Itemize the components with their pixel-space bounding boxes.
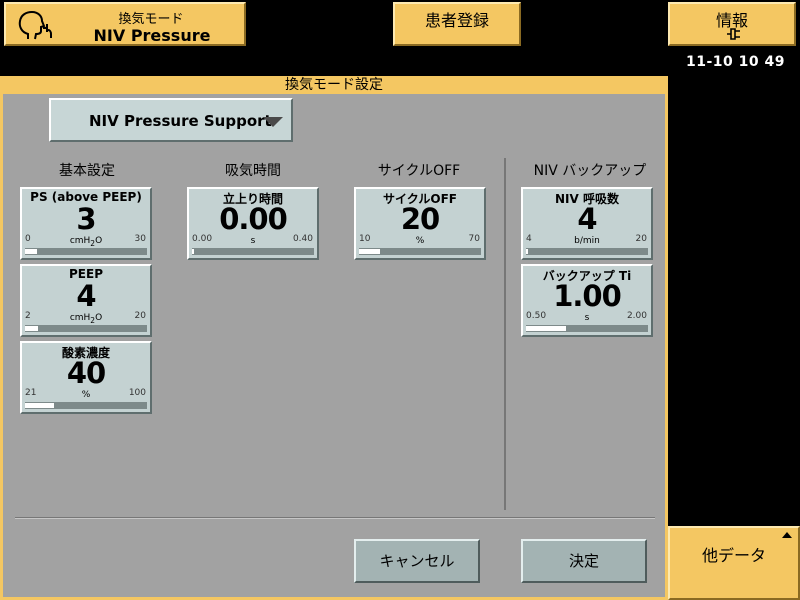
ventilation-mode-button[interactable]: 換気モード NIV Pressure Support xyxy=(4,2,246,64)
footer-divider xyxy=(15,517,655,519)
param-unit: % xyxy=(415,236,425,246)
param-max: 30 xyxy=(134,234,146,244)
param-level-fill xyxy=(359,249,380,254)
oxygen-concentration-setting[interactable]: 酸素濃度 40 21 % 100 xyxy=(20,341,152,414)
param-level-fill xyxy=(25,403,55,408)
param-level-fill xyxy=(526,326,567,331)
date-time-display: 11-10 10 49 xyxy=(686,54,785,70)
current-mode-name: NIV Pressure Support xyxy=(93,26,211,64)
param-unit: cmH2O xyxy=(69,313,103,325)
param-level-fill xyxy=(25,326,39,331)
param-max: 20 xyxy=(635,234,647,244)
param-level-bar xyxy=(192,248,314,255)
rise-time-setting[interactable]: 立上り時間 0.00 0.00 s 0.40 xyxy=(187,187,319,260)
patient-mask-icon xyxy=(18,10,52,40)
param-unit: b/min xyxy=(574,236,600,246)
param-max: 100 xyxy=(128,388,146,398)
scroll-up-arrow-icon xyxy=(782,532,792,538)
param-max: 70 xyxy=(468,234,480,244)
cycle-off-setting[interactable]: サイクルOFF 20 10 % 70 xyxy=(354,187,486,260)
patient-registration-button[interactable]: 患者登録 xyxy=(393,2,521,46)
param-value: 20 xyxy=(400,202,440,236)
confirm-button[interactable]: 決定 xyxy=(521,539,647,583)
param-value: 3 xyxy=(76,202,96,236)
param-level-bar xyxy=(25,248,147,255)
param-value: 4 xyxy=(76,279,96,313)
param-level-bar xyxy=(359,248,481,255)
param-level-fill xyxy=(192,249,195,254)
param-unit: cmH2O xyxy=(69,236,103,248)
column-header-basic: 基本設定 xyxy=(59,163,115,179)
param-max: 0.40 xyxy=(292,234,313,244)
niv-respiratory-rate-setting[interactable]: NIV 呼吸数 4 4 b/min 20 xyxy=(521,187,653,260)
mode-select-dropdown[interactable]: NIV Pressure Support xyxy=(49,98,293,142)
mode-select-value: NIV Pressure Support xyxy=(89,112,272,130)
patient-registration-label: 患者登録 xyxy=(424,11,489,30)
column-divider xyxy=(504,158,506,510)
param-value: 40 xyxy=(66,356,106,390)
param-level-fill xyxy=(526,249,529,254)
other-data-label: 他データ xyxy=(701,546,766,565)
mains-plug-icon xyxy=(727,28,740,40)
ventilation-mode-settings-dialog: 換気モード設定 NIV Pressure Support 基本設定 吸気時間 サ… xyxy=(0,76,668,600)
mode-button-caption: 換気モード xyxy=(118,12,184,27)
peep-setting[interactable]: PEEP 4 2 cmH2O 20 xyxy=(20,264,152,337)
dialog-title: 換気モード設定 xyxy=(3,76,665,94)
param-level-bar xyxy=(25,402,147,409)
other-data-button[interactable]: 他データ xyxy=(668,526,800,600)
ps-above-peep-setting[interactable]: PS (above PEEP) 3 0 cmH2O 30 xyxy=(20,187,152,260)
column-header-cycle-off: サイクルOFF xyxy=(377,163,461,179)
param-max: 20 xyxy=(134,311,146,321)
info-button[interactable]: 情報 xyxy=(668,2,796,46)
param-value: 4 xyxy=(577,202,597,236)
chevron-down-icon xyxy=(263,117,283,127)
param-level-bar xyxy=(25,325,147,332)
param-max: 2.00 xyxy=(626,311,647,321)
column-header-inspiration-time: 吸気時間 xyxy=(225,163,281,179)
backup-ti-setting[interactable]: バックアップ Ti 1.00 0.50 s 2.00 xyxy=(521,264,653,337)
cancel-button[interactable]: キャンセル xyxy=(354,539,480,583)
param-value: 1.00 xyxy=(553,279,622,313)
param-level-fill xyxy=(25,249,38,254)
param-value: 0.00 xyxy=(219,202,288,236)
param-level-bar xyxy=(526,248,648,255)
column-header-niv-backup: NIV バックアップ xyxy=(533,163,647,179)
param-level-bar xyxy=(526,325,648,332)
